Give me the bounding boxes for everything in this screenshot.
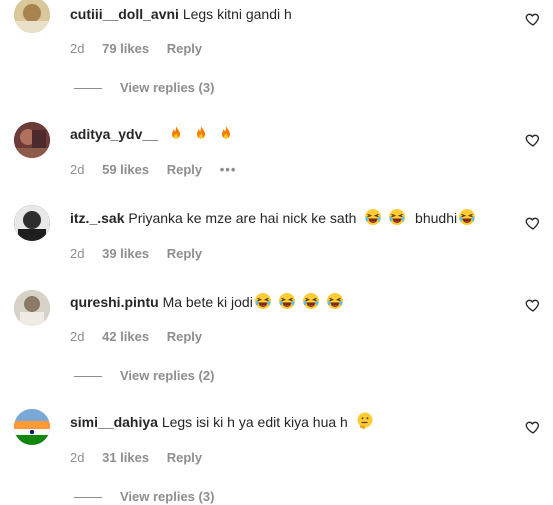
more-options-icon[interactable]: ••• (220, 162, 237, 177)
comment-line: simi__dahiya Legs isi ki h ya edit kiya … (70, 412, 375, 430)
comment-meta: 2d 79 likes Reply (70, 41, 216, 56)
likes-count[interactable]: 79 likes (102, 41, 149, 56)
likes-count[interactable]: 31 likes (102, 450, 149, 465)
comment-username[interactable]: simi__dahiya (70, 414, 158, 430)
reply-button[interactable]: Reply (167, 450, 202, 465)
comment-line: itz._.sak Priyanka ke mze are hai nick k… (70, 208, 477, 226)
laughing-emoji-icon (326, 292, 344, 310)
comment-username[interactable]: itz._.sak (70, 210, 124, 226)
laughing-emoji-icon (388, 208, 406, 226)
view-replies-button[interactable]: View replies (2) (74, 368, 214, 383)
comment-meta: 2d 31 likes Reply (70, 450, 216, 465)
view-replies-button[interactable]: View replies (3) (74, 489, 214, 504)
laughing-emoji-icon (254, 292, 272, 310)
avatar[interactable] (14, 290, 50, 326)
heart-icon[interactable] (525, 11, 541, 27)
comment-line: qureshi.pintu Ma bete ki jodi (70, 292, 345, 310)
likes-count[interactable]: 59 likes (102, 162, 149, 177)
divider (74, 497, 102, 499)
avatar[interactable] (14, 0, 50, 33)
view-replies-label: View replies (3) (120, 489, 215, 504)
comment-text: Legs kitni gandi h (182, 6, 292, 22)
comment-line: aditya_ydv__ (70, 124, 235, 142)
comment-meta: 2d 42 likes Reply (70, 329, 216, 344)
comment-text-suffix: bhudhi (415, 210, 458, 226)
view-replies-label: View replies (3) (120, 80, 215, 95)
comment-time: 2d (70, 162, 85, 177)
fire-emoji-icon (218, 124, 234, 142)
fire-emoji-icon (193, 124, 209, 142)
comment-meta: 2d 39 likes Reply (70, 246, 216, 261)
reply-button[interactable]: Reply (167, 41, 202, 56)
comment-time: 2d (70, 329, 85, 344)
avatar[interactable] (14, 409, 50, 445)
view-replies-button[interactable]: View replies (3) (74, 80, 214, 95)
reply-button[interactable]: Reply (167, 246, 202, 261)
reply-button[interactable]: Reply (167, 162, 202, 177)
laughing-emoji-icon (278, 292, 296, 310)
comment-meta: 2d 59 likes Reply ••• (70, 162, 250, 177)
view-replies-label: View replies (2) (120, 368, 215, 383)
comment-time: 2d (70, 450, 85, 465)
fire-emoji-icon (168, 124, 184, 142)
laughing-emoji-icon (302, 292, 320, 310)
avatar[interactable] (14, 122, 50, 158)
comment-text: Legs isi ki h ya edit kiya hua h (161, 414, 348, 430)
comment-time: 2d (70, 41, 85, 56)
divider (74, 376, 102, 378)
divider (74, 88, 102, 90)
reply-button[interactable]: Reply (167, 329, 202, 344)
likes-count[interactable]: 39 likes (102, 246, 149, 261)
heart-icon[interactable] (525, 132, 541, 148)
comment-line: cutiii__doll_avni Legs kitni gandi h (70, 6, 292, 22)
laughing-emoji-icon (458, 208, 476, 226)
comment-time: 2d (70, 246, 85, 261)
heart-icon[interactable] (525, 297, 541, 313)
comment-text: Priyanka ke mze are hai nick ke sath (128, 210, 357, 226)
avatar[interactable] (14, 205, 50, 241)
heart-icon[interactable] (525, 215, 541, 231)
laughing-emoji-icon (364, 208, 382, 226)
thinking-emoji-icon (356, 412, 374, 430)
comment-username[interactable]: cutiii__doll_avni (70, 6, 179, 22)
comment-username[interactable]: qureshi.pintu (70, 294, 159, 310)
comment-text: Ma bete ki jodi (162, 294, 253, 310)
heart-icon[interactable] (525, 419, 541, 435)
comment-username[interactable]: aditya_ydv__ (70, 126, 158, 142)
likes-count[interactable]: 42 likes (102, 329, 149, 344)
